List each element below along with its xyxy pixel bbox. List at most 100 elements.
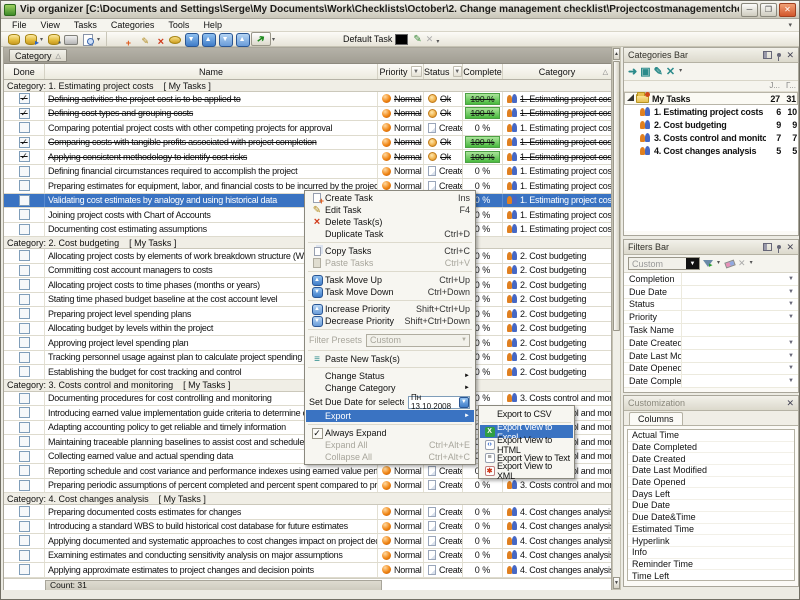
filter-row-status[interactable]: Status▼: [624, 299, 798, 312]
status-filter-icon[interactable]: ▼: [453, 66, 462, 77]
filter-row-date-opened[interactable]: Date Opened▼: [624, 363, 798, 376]
chevron-down-icon[interactable]: ▼: [788, 276, 794, 282]
task-row[interactable]: Introducing a standard WBS to build hist…: [4, 520, 611, 535]
chevron-down-icon[interactable]: ▾: [717, 259, 720, 266]
done-checkbox[interactable]: [19, 294, 30, 305]
duplicate-task-icon[interactable]: [166, 32, 183, 46]
menu-item-tools[interactable]: Tools: [161, 20, 196, 30]
task-row[interactable]: Applying documented and systematic appro…: [4, 534, 611, 549]
menu-item-file[interactable]: File: [5, 20, 34, 30]
chevron-down-icon[interactable]: ▼: [686, 258, 699, 269]
menu-item-paste-new-task-s-[interactable]: ≡Paste New Task(s): [306, 353, 474, 365]
done-checkbox[interactable]: [19, 250, 30, 261]
add-subcategory-icon[interactable]: ▣: [640, 65, 650, 78]
complete-task-icon[interactable]: [251, 32, 271, 46]
delete-task-icon[interactable]: [149, 32, 166, 46]
chevron-down-icon[interactable]: ▼: [788, 353, 794, 359]
done-checkbox[interactable]: [19, 224, 30, 235]
menu-item-set-due-date[interactable]: Set Due Date for selected tasksПн 13.10.…: [306, 394, 474, 410]
pin-icon[interactable]: [777, 245, 781, 249]
scroll-up-icon[interactable]: ▲: [613, 48, 620, 60]
edit-category-icon[interactable]: ✎: [654, 65, 663, 78]
menu-item-create-task[interactable]: Create TaskIns: [306, 192, 474, 204]
column-list-item[interactable]: Due Date: [628, 500, 794, 512]
priority-filter-icon[interactable]: ▼: [411, 66, 422, 77]
chevron-down-icon[interactable]: ▼: [788, 289, 794, 295]
create-task-icon[interactable]: [115, 32, 132, 46]
chevron-down-icon[interactable]: ▼: [788, 340, 794, 346]
done-checkbox[interactable]: [19, 407, 30, 418]
column-list-item[interactable]: Reminder Time: [628, 559, 794, 571]
print-icon[interactable]: [62, 32, 79, 46]
minimize-button[interactable]: ─: [741, 3, 758, 17]
column-header-done[interactable]: Done: [4, 64, 45, 79]
print-preview-icon[interactable]: [79, 32, 96, 46]
toolbar-overflow-icon[interactable]: ▾: [436, 38, 439, 45]
edit-task-icon[interactable]: [132, 32, 149, 46]
menu-item-view[interactable]: View: [34, 20, 67, 30]
restore-button[interactable]: ❐: [760, 3, 777, 17]
apply-filter-icon[interactable]: [703, 260, 713, 267]
scrollbar-thumb[interactable]: [613, 61, 620, 331]
menu-item-always-expand[interactable]: ✓Always Expand: [306, 427, 474, 439]
submenu-item-export-view-to-xml[interactable]: ✱Export View to XML: [480, 464, 573, 477]
menu-item-categories[interactable]: Categories: [104, 20, 162, 30]
done-checkbox[interactable]: ✓: [19, 93, 30, 104]
done-checkbox[interactable]: [19, 323, 30, 334]
menu-item-decrease-priority[interactable]: ▼Decrease PriorityShift+Ctrl+Down: [306, 315, 474, 327]
done-checkbox[interactable]: ✓: [19, 151, 30, 162]
delete-filter-icon[interactable]: ✕: [738, 258, 746, 269]
column-header-status[interactable]: Status▼: [424, 64, 463, 79]
due-date-combo[interactable]: Пн 13.10.2008▼: [408, 396, 470, 409]
menu-item-task-move-up[interactable]: ▲Task Move UpCtrl+Up: [306, 274, 474, 286]
menu-item-tasks[interactable]: Tasks: [67, 20, 104, 30]
column-list-item[interactable]: Date Opened: [628, 477, 794, 489]
column-list-item[interactable]: Estimated Time: [628, 524, 794, 536]
done-checkbox[interactable]: [19, 465, 30, 476]
menu-item-export[interactable]: Export►: [306, 410, 474, 422]
task-move-up-icon[interactable]: [200, 32, 217, 46]
column-header-priority[interactable]: Priority▼: [378, 64, 424, 79]
dock-icon[interactable]: [763, 51, 772, 59]
menu-item-task-move-down[interactable]: ▼Task Move DownCtrl+Down: [306, 286, 474, 298]
close-icon[interactable]: ✕: [786, 398, 794, 409]
done-checkbox[interactable]: [19, 209, 30, 220]
task-row[interactable]: ✓Defining cost types and grouping costsN…: [4, 107, 611, 122]
done-checkbox[interactable]: [19, 180, 30, 191]
tree-item-category[interactable]: 4. Cost changes analysis55: [624, 144, 798, 157]
done-checkbox[interactable]: [19, 535, 30, 546]
column-header-complete[interactable]: Complete: [463, 64, 503, 79]
decrease-priority-icon[interactable]: [217, 32, 234, 46]
done-checkbox[interactable]: [19, 308, 30, 319]
task-row[interactable]: Defining financial circumstances require…: [4, 165, 611, 180]
scroll-down-icon[interactable]: ▼: [613, 577, 620, 589]
done-checkbox[interactable]: [19, 564, 30, 575]
filter-row-priority[interactable]: Priority▼: [624, 311, 798, 324]
delete-category-icon[interactable]: ✕: [666, 65, 675, 78]
done-checkbox[interactable]: [19, 506, 30, 517]
done-checkbox[interactable]: [19, 265, 30, 276]
filter-row-date-created[interactable]: Date Created▼: [624, 337, 798, 350]
task-row[interactable]: Preparing documented costs estimates for…: [4, 505, 611, 520]
done-checkbox[interactable]: [19, 366, 30, 377]
column-list-item[interactable]: Actual Time: [628, 430, 794, 442]
pin-icon[interactable]: [777, 53, 781, 57]
done-checkbox[interactable]: [19, 480, 30, 491]
chevron-down-icon[interactable]: ▾: [40, 36, 43, 43]
done-checkbox[interactable]: [19, 521, 30, 532]
menu-item-help[interactable]: Help: [196, 20, 229, 30]
filter-row-completion[interactable]: Completion▼: [624, 273, 798, 286]
done-checkbox[interactable]: [19, 195, 30, 206]
add-category-icon[interactable]: ➜: [628, 65, 637, 78]
done-checkbox[interactable]: [19, 337, 30, 348]
menu-item-change-status[interactable]: Change Status►: [306, 370, 474, 382]
menu-item-edit-task[interactable]: ✎Edit TaskF4: [306, 204, 474, 216]
edit-default-task-icon[interactable]: ✎: [413, 34, 421, 45]
tree-item-my-tasks[interactable]: My Tasks2731: [624, 92, 798, 105]
close-icon[interactable]: ✕: [786, 50, 794, 61]
toolbar-overflow-icon[interactable]: ▾: [750, 259, 753, 266]
chevron-down-icon[interactable]: ▼: [788, 365, 794, 371]
tree-expander-icon[interactable]: [627, 94, 634, 101]
column-list-item[interactable]: Date Completed: [628, 442, 794, 454]
submenu-item-export-to-csv[interactable]: Export to CSV: [480, 407, 573, 420]
